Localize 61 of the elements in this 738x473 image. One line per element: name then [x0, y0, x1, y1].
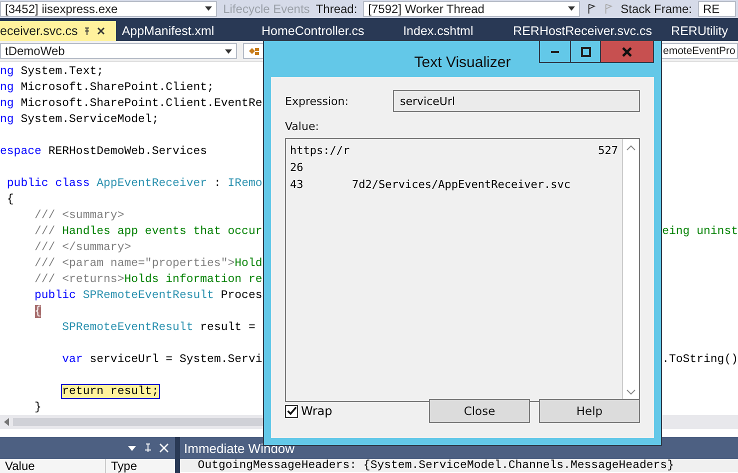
dialog-button[interactable]: Close [429, 399, 530, 423]
code-line: public SPRemoteEventResult Proces [34, 288, 262, 302]
left-arrow-icon[interactable] [4, 418, 9, 426]
code-line: /// <returns>Holds information re [34, 272, 262, 286]
column-header[interactable]: Value [0, 459, 106, 473]
column-header[interactable]: Type [106, 459, 138, 473]
file-tab[interactable]: Index.cshtml [393, 21, 504, 42]
value-text: 26 [290, 161, 304, 174]
value-label: Value: [285, 120, 320, 133]
close-icon [621, 46, 633, 58]
thread-dropdown[interactable]: [7592] Worker Thread [363, 0, 580, 17]
file-tab[interactable]: AppManifest.xml [122, 21, 252, 42]
code-line: var serviceUrl = System.Servi [61, 352, 262, 366]
code-line: ng System.Text; [0, 64, 104, 78]
close-button[interactable] [600, 41, 653, 62]
checkmark-icon [286, 405, 297, 417]
expression-field[interactable]: serviceUrl [393, 90, 640, 112]
value-text: 527 [598, 144, 618, 157]
pin-icon[interactable] [143, 443, 153, 453]
flag-icon[interactable] [586, 2, 598, 15]
maximize-icon [580, 46, 592, 58]
code-line: eing uninst [662, 224, 738, 238]
code-line: ng System.ServiceModel; [0, 112, 159, 126]
code-line: /// </summary> [34, 240, 132, 254]
code-line: } [34, 400, 42, 414]
close-icon[interactable] [96, 26, 106, 36]
code-line: SPRemoteEventResult result = [61, 320, 256, 334]
code-line: /// <summary> [34, 208, 124, 222]
project-dropdown[interactable]: tDemoWeb [0, 43, 237, 60]
file-tab[interactable]: HomeController.cs [251, 21, 394, 42]
value-text-area[interactable]: https://r 527 26 43 7d2/Services/AppEventReceiver.svc [285, 138, 640, 402]
code-line: /// Handles app events that occur [34, 224, 262, 238]
code-line: { [6, 192, 14, 206]
expression-label: Expression: [285, 94, 350, 108]
code-line: public class AppEventReceiver : IRemo [6, 176, 262, 190]
minimize-icon [551, 50, 559, 52]
caret-icon [568, 6, 576, 12]
dialog-title: Text Visualizer [414, 54, 511, 70]
file-tab[interactable]: RERHostReceiver.svc.cs [503, 21, 662, 42]
code-line: ng Microsoft.SharePoint.Client; [0, 80, 214, 94]
dialog-button[interactable]: Help [539, 399, 640, 423]
value-text: 43 [290, 178, 304, 191]
code-line: .ToString() [662, 352, 738, 366]
value-text: https://r [290, 144, 351, 157]
stack-frame-dropdown[interactable]: RE [698, 0, 736, 17]
code-line: espace RERHostDemoWeb.Services [0, 144, 208, 158]
file-tab[interactable]: RERUtility [661, 21, 738, 42]
vertical-scrollbar[interactable] [622, 139, 639, 401]
file-tab[interactable]: eceiver.svc.cs [0, 21, 116, 42]
thread-label: Thread: [316, 2, 358, 16]
value-text: 7d2/Services/AppEventReceiver.svc [352, 178, 571, 191]
member-dropdown[interactable]: emoteEventPro [661, 43, 738, 60]
process-dropdown[interactable]: [3452] iisexpress.exe [0, 0, 218, 17]
caret-icon [205, 6, 212, 12]
caret-icon[interactable] [127, 443, 137, 453]
caret-icon [225, 48, 232, 54]
wrap-checkbox[interactable]: Wrap [285, 404, 332, 418]
code-line: ng Microsoft.SharePoint.Client.EventRe [0, 96, 262, 110]
class-icon [248, 45, 260, 58]
stack-frame-label: Stack Frame: [620, 2, 692, 16]
code-line: /// <param name="properties">Hold [34, 256, 262, 270]
